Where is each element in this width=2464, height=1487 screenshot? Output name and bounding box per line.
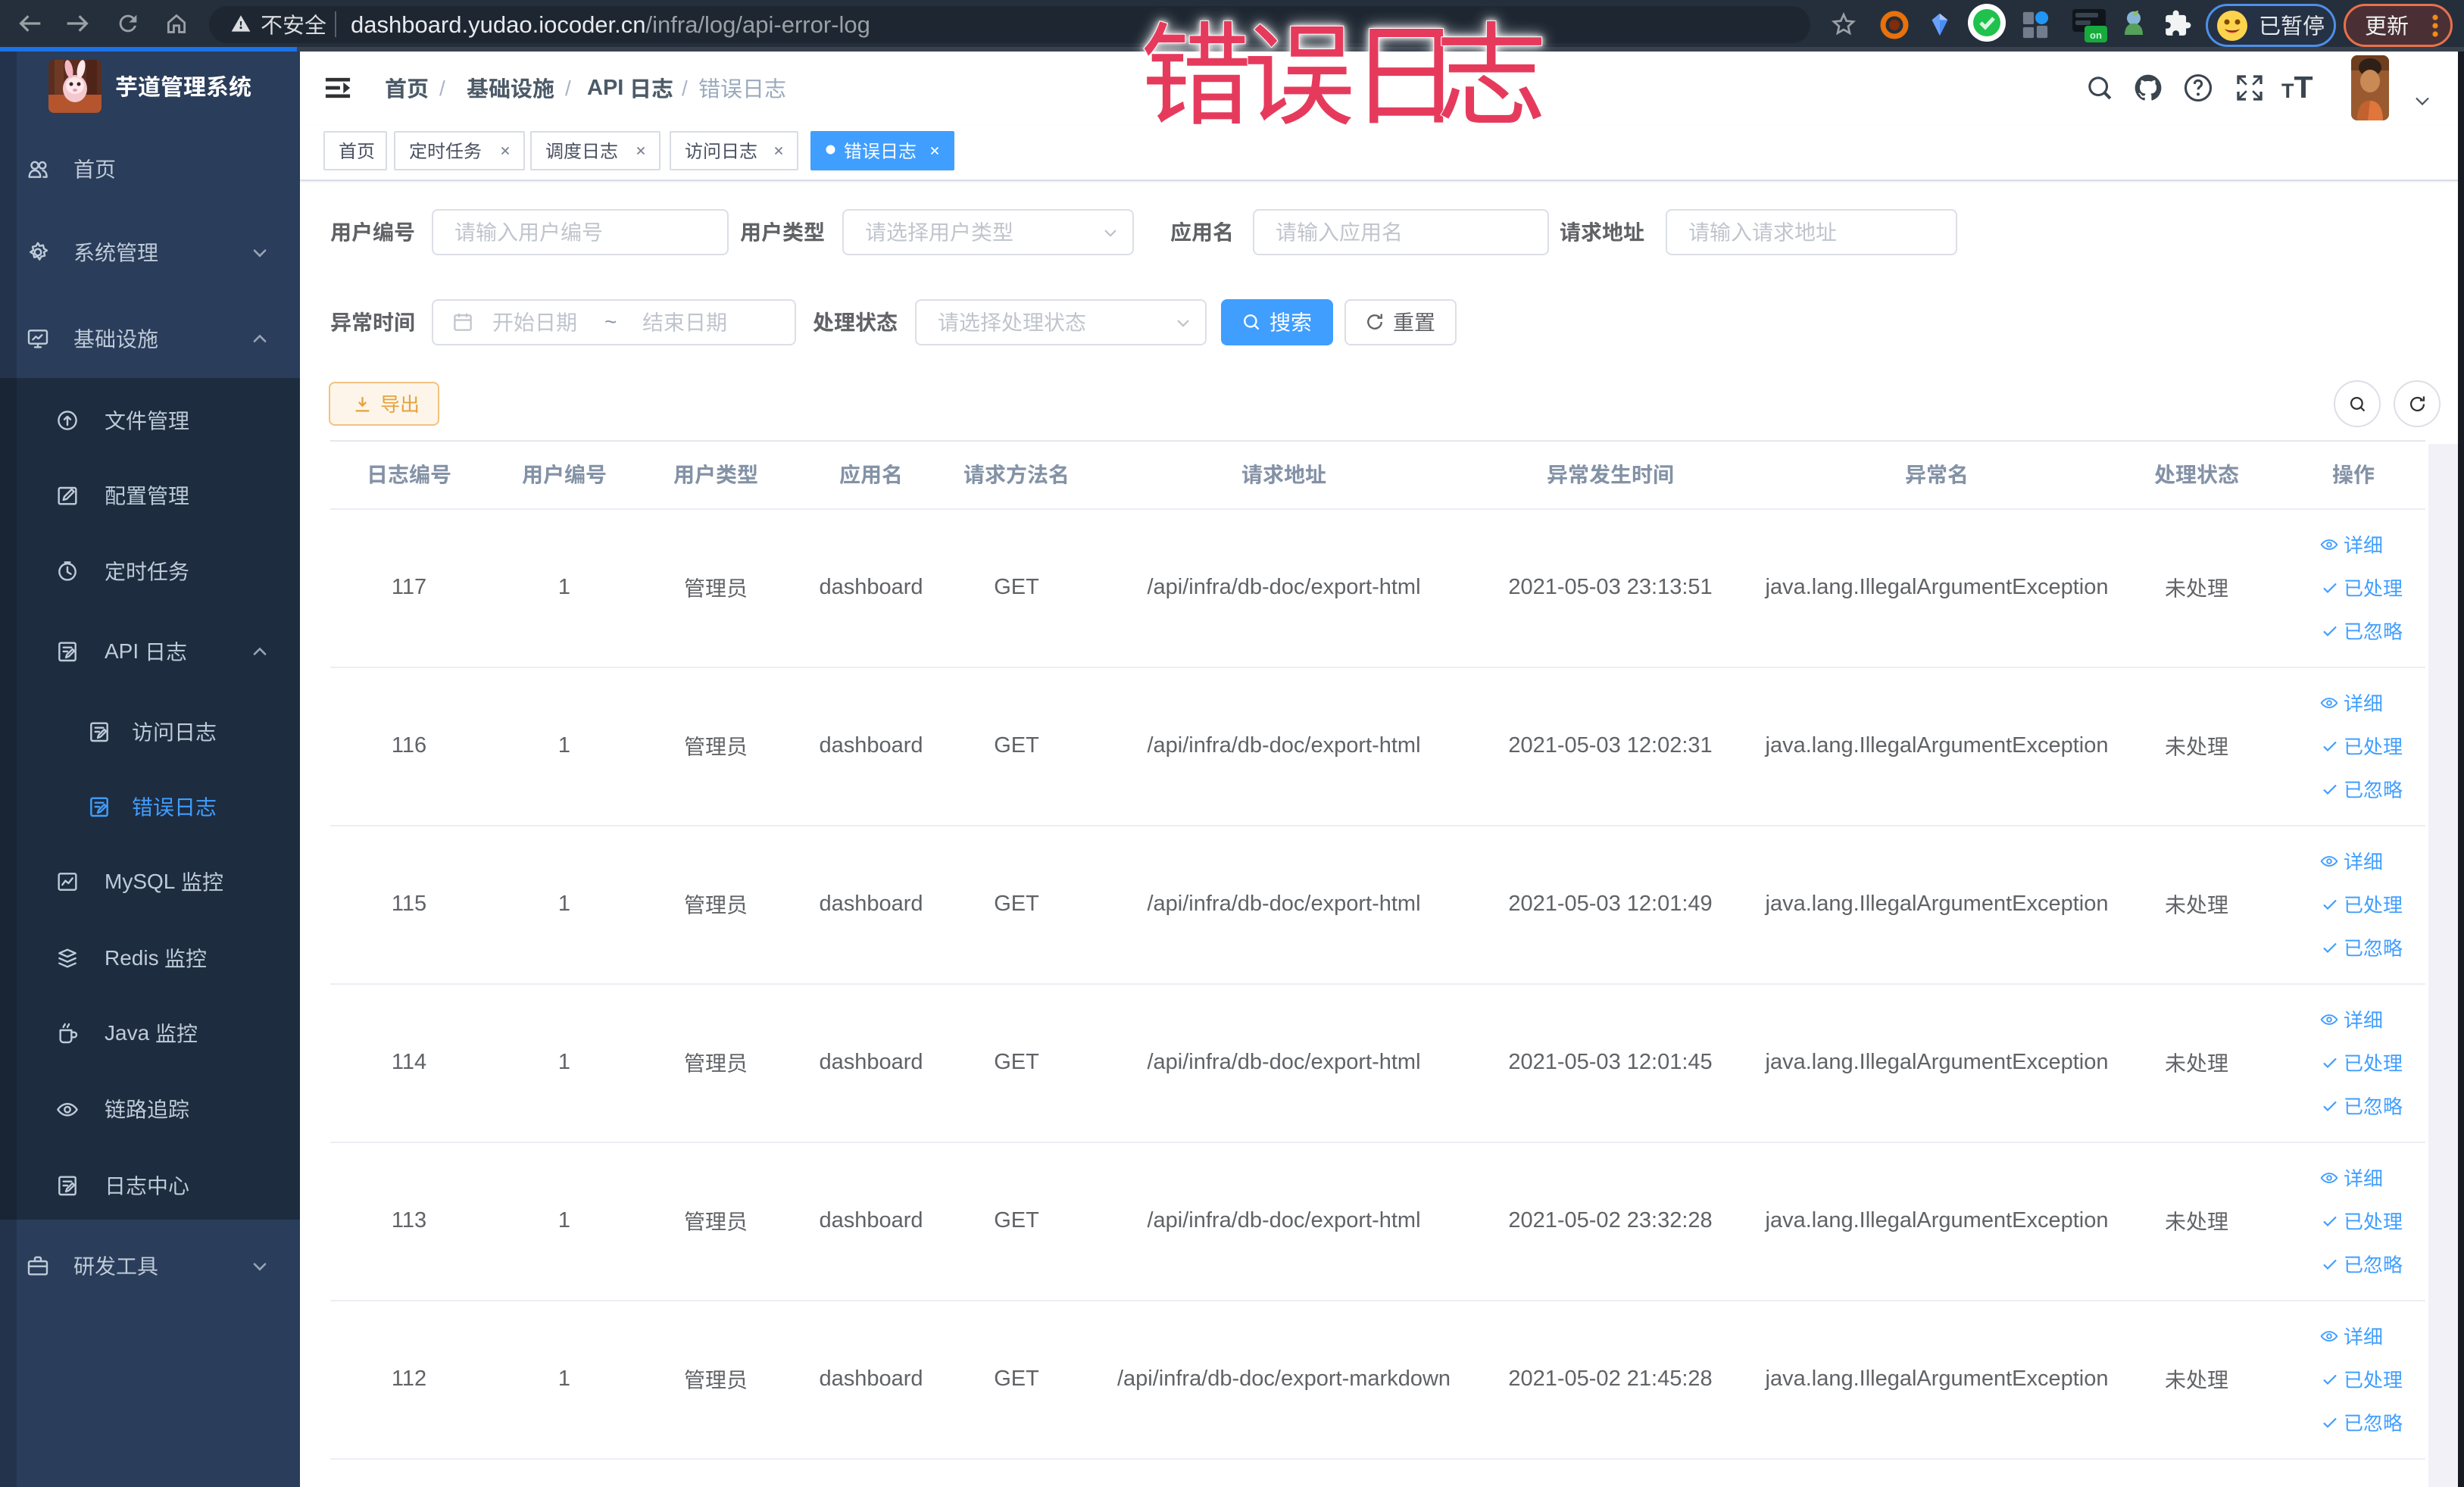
svg-text:on: on xyxy=(2090,30,2102,41)
